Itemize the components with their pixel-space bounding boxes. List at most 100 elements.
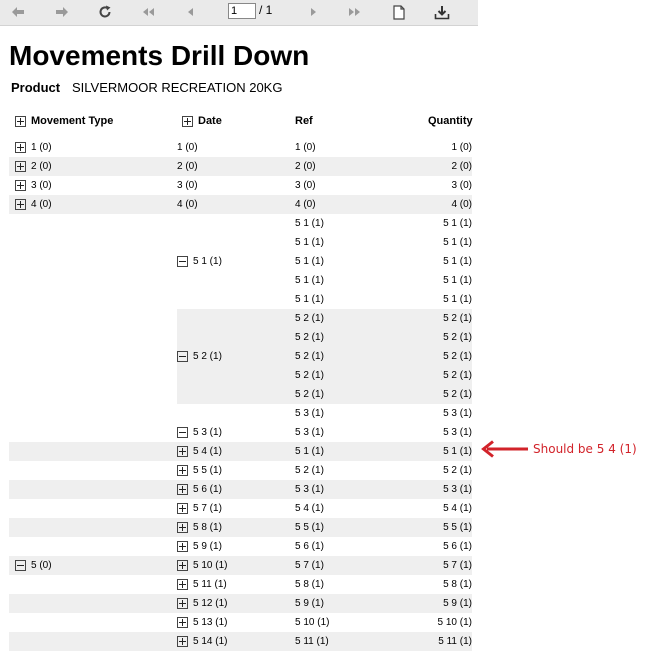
expand-icon[interactable] (15, 115, 26, 127)
table-row: 5 2 (1) 5 2 (1) (9, 309, 472, 328)
movement-type-header[interactable]: Movement Type (15, 115, 113, 127)
quantity-cell: 5 1 (1) (443, 256, 472, 267)
quantity-cell: 5 4 (1) (443, 503, 472, 514)
table-row: 2 (0) 2 (0) 2 (0) 2 (0) (9, 157, 472, 176)
ref-cell: 5 3 (1) (295, 484, 324, 495)
collapse-icon[interactable] (177, 256, 188, 267)
refresh-icon[interactable] (95, 3, 115, 21)
download-icon[interactable] (432, 3, 452, 21)
date-cell[interactable]: 5 8 (1) (177, 518, 222, 537)
date-cell[interactable]: 5 12 (1) (177, 594, 227, 613)
ref-cell: 5 9 (1) (295, 598, 324, 609)
expand-icon[interactable] (177, 465, 188, 476)
date-cell[interactable]: 5 2 (1) (177, 347, 222, 366)
table-row: 5 2 (1) 5 2 (1) 5 2 (1) (9, 347, 472, 366)
table-row: 5 7 (1) 5 4 (1) 5 4 (1) (9, 499, 472, 518)
date-cell[interactable]: 5 14 (1) (177, 632, 227, 651)
ref-cell: 5 1 (1) (295, 294, 324, 305)
report-toolbar: / 1 (0, 0, 478, 26)
expand-icon[interactable] (177, 446, 188, 457)
quantity-cell: 5 5 (1) (443, 522, 472, 533)
ref-header: Ref (295, 115, 313, 127)
expand-icon[interactable] (15, 161, 26, 172)
date-cell[interactable]: 5 11 (1) (177, 575, 227, 594)
page-number-input[interactable] (228, 3, 256, 19)
ref-cell: 5 7 (1) (295, 560, 324, 571)
expand-icon[interactable] (177, 579, 188, 590)
expand-icon[interactable] (15, 142, 26, 153)
ref-cell: 5 2 (1) (295, 370, 324, 381)
forward-icon[interactable] (52, 3, 72, 21)
date-cell[interactable]: 5 6 (1) (177, 480, 222, 499)
movement-type-cell[interactable]: 5 (0) (15, 556, 52, 575)
document-icon[interactable] (389, 3, 409, 21)
quantity-cell: 5 1 (1) (443, 275, 472, 286)
back-icon[interactable] (8, 3, 28, 21)
ref-cell: 5 6 (1) (295, 541, 324, 552)
table-row: 5 1 (1) 5 1 (1) (9, 233, 472, 252)
date-cell[interactable]: 5 9 (1) (177, 537, 222, 556)
movement-type-cell[interactable]: 3 (0) (15, 176, 52, 195)
quantity-cell: 5 11 (1) (438, 636, 472, 647)
table-row: 5 (0) 5 10 (1) 5 7 (1) 5 7 (1) (9, 556, 472, 575)
next-page-icon[interactable] (303, 3, 323, 21)
table-row: 5 6 (1) 5 3 (1) 5 3 (1) (9, 480, 472, 499)
quantity-cell: 5 2 (1) (443, 313, 472, 324)
quantity-cell: 5 3 (1) (443, 408, 472, 419)
expand-icon[interactable] (15, 180, 26, 191)
table-row: 5 3 (1) 5 3 (1) 5 3 (1) (9, 423, 472, 442)
date-cell[interactable]: 5 10 (1) (177, 556, 227, 575)
quantity-cell: 5 3 (1) (443, 427, 472, 438)
ref-cell: 5 10 (1) (295, 617, 330, 628)
expand-icon[interactable] (177, 503, 188, 514)
ref-cell: 1 (0) (295, 142, 316, 153)
date-cell[interactable]: 5 1 (1) (177, 252, 222, 271)
collapse-icon[interactable] (177, 351, 188, 362)
date-header[interactable]: Date (182, 115, 222, 127)
table-row: 4 (0) 4 (0) 4 (0) 4 (0) (9, 195, 472, 214)
collapse-icon[interactable] (177, 427, 188, 438)
expand-icon[interactable] (177, 617, 188, 628)
expand-icon[interactable] (15, 199, 26, 210)
expand-icon[interactable] (177, 598, 188, 609)
last-page-icon[interactable] (345, 3, 365, 21)
quantity-cell: 5 3 (1) (443, 484, 472, 495)
expand-icon[interactable] (182, 115, 193, 127)
annotation-text: Should be 5 4 (1) (533, 442, 637, 456)
ref-cell: 5 1 (1) (295, 275, 324, 286)
table-row: 5 1 (1) 5 1 (1) (9, 214, 472, 233)
ref-cell: 5 3 (1) (295, 408, 324, 419)
table-row: 5 1 (1) 5 1 (1) 5 1 (1) (9, 252, 472, 271)
quantity-cell: 5 9 (1) (443, 598, 472, 609)
quantity-cell: 5 1 (1) (443, 218, 472, 229)
table-row: 5 11 (1) 5 8 (1) 5 8 (1) (9, 575, 472, 594)
movement-type-cell[interactable]: 1 (0) (15, 138, 52, 157)
date-cell[interactable]: 5 5 (1) (177, 461, 222, 480)
quantity-cell: 5 2 (1) (443, 351, 472, 362)
expand-icon[interactable] (177, 522, 188, 533)
expand-icon[interactable] (177, 541, 188, 552)
date-cell[interactable]: 5 4 (1) (177, 442, 222, 461)
table-row: 5 3 (1) 5 3 (1) (9, 404, 472, 423)
date-cell[interactable]: 5 3 (1) (177, 423, 222, 442)
previous-page-icon[interactable] (181, 3, 201, 21)
expand-icon[interactable] (177, 636, 188, 647)
movement-type-cell[interactable]: 2 (0) (15, 157, 52, 176)
table-row: 5 2 (1) 5 2 (1) (9, 366, 472, 385)
date-cell[interactable]: 5 7 (1) (177, 499, 222, 518)
table-row: 5 5 (1) 5 2 (1) 5 2 (1) (9, 461, 472, 480)
table-row: 5 2 (1) 5 2 (1) (9, 328, 472, 347)
first-page-icon[interactable] (138, 3, 158, 21)
quantity-cell: 4 (0) (451, 199, 472, 210)
expand-icon[interactable] (177, 560, 188, 571)
movement-type-cell[interactable]: 4 (0) (15, 195, 52, 214)
date-cell[interactable]: 5 13 (1) (177, 613, 227, 632)
quantity-header: Quantity (428, 115, 473, 127)
ref-cell: 2 (0) (295, 161, 316, 172)
quantity-cell: 2 (0) (451, 161, 472, 172)
quantity-cell: 5 2 (1) (443, 332, 472, 343)
ref-cell: 5 1 (1) (295, 237, 324, 248)
quantity-cell: 5 1 (1) (443, 237, 472, 248)
expand-icon[interactable] (177, 484, 188, 495)
collapse-icon[interactable] (15, 560, 26, 571)
